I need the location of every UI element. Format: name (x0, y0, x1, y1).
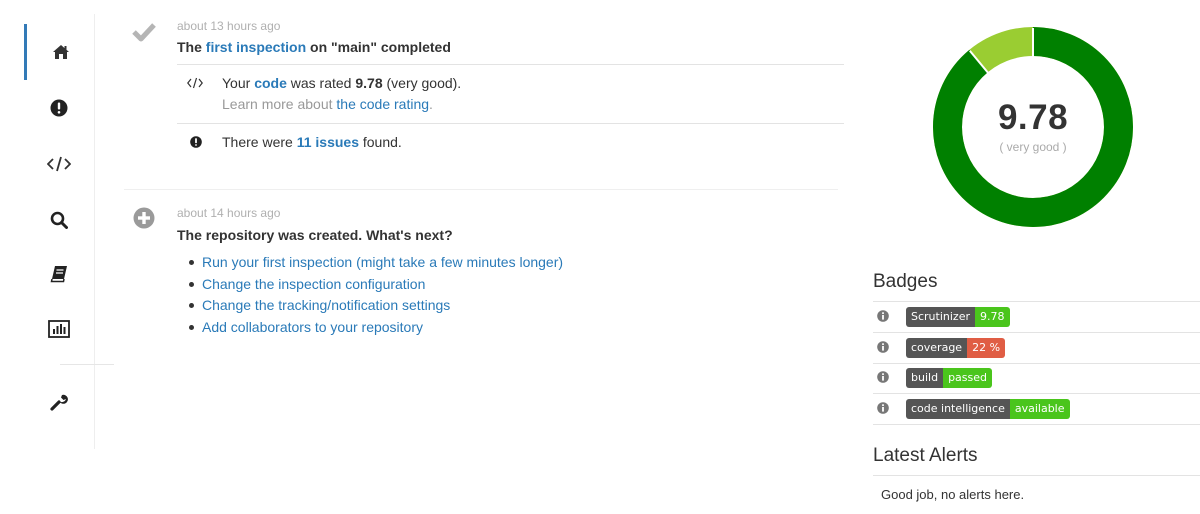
code-icon (47, 156, 71, 172)
alerts-title: Latest Alerts (873, 445, 978, 466)
badge-key: Scrutinizer (906, 307, 975, 327)
rating-learn-more: Learn more about the code rating. (222, 94, 433, 114)
checkmark-icon (132, 23, 156, 42)
list-item: Run your first inspection (might take a … (188, 253, 563, 275)
info-icon[interactable] (877, 371, 889, 383)
code-rating-link[interactable]: the code rating (336, 96, 429, 112)
bar-chart-icon (48, 320, 70, 338)
event-title: The first inspection on "main" completed (177, 39, 451, 55)
badge-row: Scrutinizer 9.78 (873, 302, 1200, 332)
learn-prefix: Learn more about (222, 96, 337, 112)
home-icon (52, 45, 69, 59)
badge-value: available (1009, 398, 1070, 419)
event-title-prefix: The (177, 39, 206, 55)
divider (177, 123, 844, 124)
code-link[interactable]: code (254, 75, 287, 91)
divider (873, 475, 1200, 476)
list-item: Change the tracking/notification setting… (188, 296, 563, 318)
info-icon[interactable] (877, 310, 889, 322)
info-icon[interactable] (877, 401, 889, 414)
divider (873, 423, 1200, 425)
sidebar-item-home[interactable] (24, 24, 94, 80)
rating-middle: was rated (286, 75, 356, 91)
wrench-icon (50, 394, 68, 411)
exclamation-icon (190, 136, 202, 148)
badge-image[interactable]: coverage 22 % (906, 337, 1006, 358)
rating-value: 9.78 (355, 75, 383, 91)
badge-row: coverage 22 % (873, 333, 1200, 363)
divider (177, 64, 844, 65)
badge-key: coverage (906, 337, 968, 358)
badge-value: 9.78 (975, 307, 1010, 327)
code-icon (187, 77, 203, 89)
search-icon (50, 211, 68, 229)
list-item: Change the inspection configuration (188, 275, 563, 297)
run-inspection-link[interactable]: Run your first inspection (might take a … (202, 254, 563, 270)
badge-image[interactable]: build passed (906, 368, 992, 388)
alerts-empty-text: Good job, no alerts here. (881, 487, 1025, 502)
tracking-settings-link[interactable]: Change the tracking/notification setting… (202, 297, 450, 313)
sidebar-item-statistics[interactable] (24, 301, 94, 357)
inspection-config-link[interactable]: Change the inspection configuration (202, 276, 425, 292)
badge-image[interactable]: Scrutinizer 9.78 (906, 307, 1010, 327)
exclamation-icon (50, 99, 68, 117)
list-item: Add collaborators to your repository (188, 318, 563, 340)
sidebar-item-book[interactable] (24, 246, 94, 302)
badge-row: build passed (873, 363, 1200, 393)
info-icon[interactable] (877, 340, 889, 353)
issues-text: There were 11 issues found. (222, 132, 402, 152)
issues-prefix: There were (222, 134, 297, 150)
issues-link[interactable]: 11 issues (297, 134, 359, 150)
sidebar-divider (60, 364, 114, 365)
badge-key: build (906, 368, 944, 388)
rating-prefix: Your (222, 75, 255, 91)
rating-suffix: (very good). (382, 75, 462, 91)
event-title: The repository was created. What's next? (177, 227, 453, 243)
issues-suffix: found. (358, 134, 402, 150)
rating-score: 9.78 (997, 98, 1069, 137)
rating-text: Your code was rated 9.78 (very good). (222, 73, 461, 93)
sidebar-nav (24, 14, 114, 449)
add-collaborators-link[interactable]: Add collaborators to your repository (202, 319, 423, 335)
sidebar-item-code[interactable] (24, 136, 94, 192)
sidebar-item-settings[interactable] (24, 374, 94, 430)
plus-circle-icon (133, 207, 155, 229)
badge-row: code intelligence available (873, 394, 1200, 424)
badge-value: passed (943, 368, 992, 388)
event-time: about 14 hours ago (177, 206, 281, 220)
book-icon (50, 266, 67, 283)
sidebar-item-search[interactable] (24, 192, 94, 248)
first-inspection-link[interactable]: first inspection (206, 39, 306, 55)
event-title-suffix: on "main" completed (306, 39, 451, 55)
next-steps-list: Run your first inspection (might take a … (188, 253, 563, 339)
event-time: about 13 hours ago (177, 19, 281, 33)
rating-label: ( very good ) (999, 140, 1067, 154)
learn-suffix: . (429, 96, 433, 112)
event-separator (124, 189, 838, 190)
badge-value: 22 % (967, 337, 1006, 358)
badge-key: code intelligence (906, 398, 1010, 419)
sidebar-item-issues[interactable] (24, 80, 94, 136)
badges-title: Badges (873, 271, 938, 292)
badge-image[interactable]: code intelligence available (906, 398, 1070, 419)
